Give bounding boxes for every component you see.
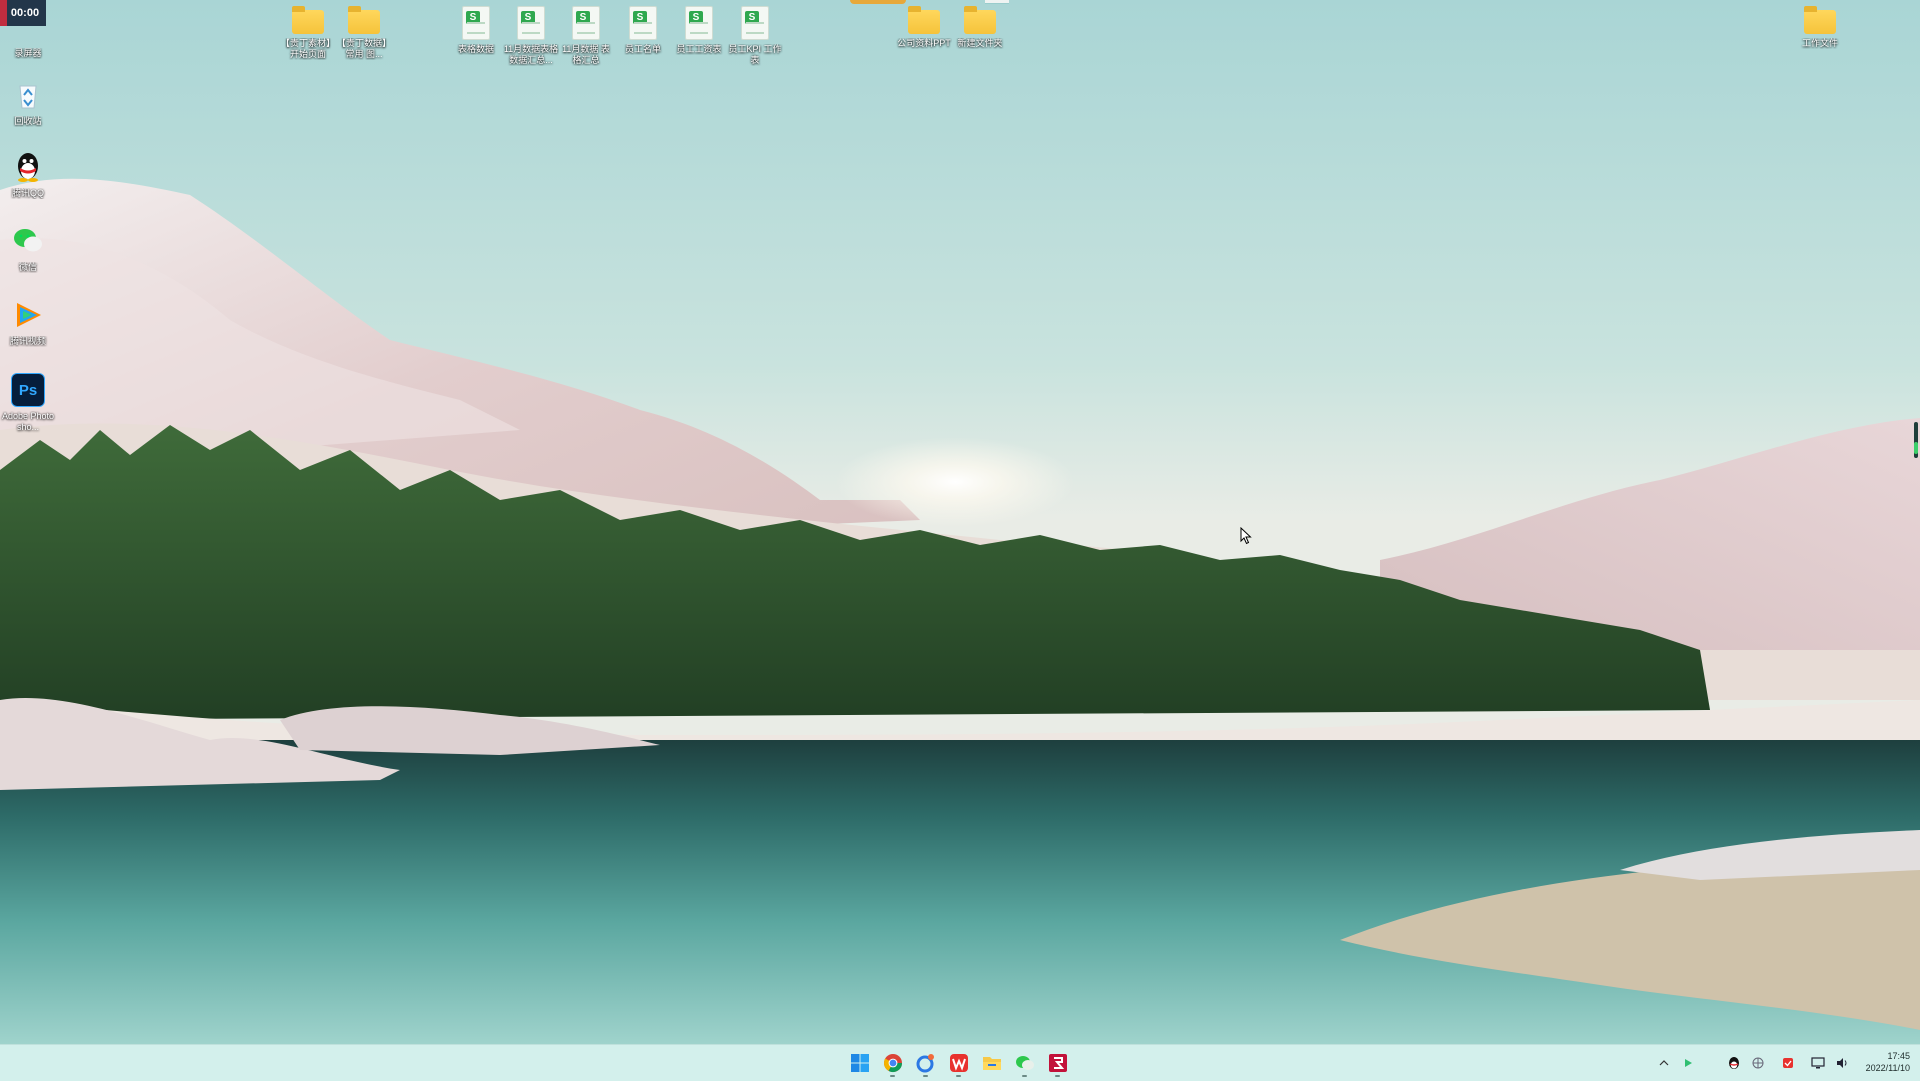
folder-icon (908, 6, 940, 34)
chevron-up-icon[interactable] (1656, 1055, 1672, 1071)
desktop-icon-label: 回收站 (14, 116, 42, 126)
sogou-browser-icon (916, 1054, 934, 1073)
desktop-folder-1[interactable]: 【贵丁素材】开始页面 (280, 4, 336, 60)
volume-icon[interactable] (1834, 1055, 1850, 1071)
spreadsheet-icon: S (741, 6, 769, 40)
recorder-button[interactable] (1044, 1048, 1071, 1078)
start-button[interactable] (846, 1048, 873, 1078)
desktop-icon-label: 表格数据 (457, 44, 494, 54)
chrome-icon (883, 1054, 902, 1073)
desktop-folder-2[interactable]: 【贵丁数据】常用 图... (336, 4, 392, 60)
desktop-folder-3[interactable]: 公司资料PPT (896, 4, 952, 49)
taskbar-app-list (846, 1045, 1071, 1081)
desktop-sheet-1[interactable]: S 表格数据 (448, 4, 504, 55)
spreadsheet-icon: S (629, 6, 657, 40)
desktop-folder-4[interactable]: 新建文件夹 (952, 4, 1008, 49)
folder-icon (292, 6, 324, 34)
desktop-icon-label: 11月数据 表格汇总 (562, 44, 610, 65)
desktop-icon-recycle-bin[interactable]: 回收站 (0, 78, 56, 127)
security-icon[interactable] (1780, 1055, 1796, 1071)
desktop-sheet-5[interactable]: S 员工工资表 (671, 4, 727, 55)
screen-recorder-icon (11, 24, 45, 44)
file-explorer-button[interactable] (978, 1048, 1005, 1078)
desktop-icon-label: Adobe Photosho... (1, 411, 55, 432)
qq-tray-icon[interactable] (1726, 1055, 1742, 1071)
desktop-icon-wechat[interactable]: 微信 (0, 224, 56, 273)
clock-date: 2022/11/10 (1865, 1063, 1910, 1073)
qq-icon (11, 150, 45, 184)
tencent-video-icon (11, 298, 45, 332)
desktop-icon-label: 工作文件 (1801, 38, 1838, 48)
spreadsheet-icon: S (462, 6, 490, 40)
wechat-icon (11, 224, 45, 258)
desktop-sheet-4[interactable]: S 员工名单 (615, 4, 671, 55)
wps-office-icon (949, 1054, 968, 1072)
browser-button[interactable] (912, 1048, 939, 1078)
recycle-bin-icon (11, 78, 45, 112)
desktop-sheet-2[interactable]: S 11月数据表格 数据汇总... (503, 4, 559, 66)
recording-timer[interactable]: 00:00 (0, 0, 46, 26)
folder-icon (348, 6, 380, 34)
desktop-icon-label: 员工工资表 (676, 44, 722, 54)
file-explorer-icon (982, 1057, 1001, 1070)
wps-button[interactable] (945, 1048, 972, 1078)
desktop-icon-label: 腾讯视频 (9, 336, 46, 346)
desktop-icon-label: 公司资料PPT (897, 38, 951, 48)
desktop-icon-label: 腾讯QQ (11, 188, 44, 198)
mouse-cursor-icon (1240, 527, 1252, 545)
desktop-icon-screen-recorder[interactable]: 录屏器 (0, 24, 56, 59)
desktop-icon-tencent-video[interactable]: 腾讯视频 (0, 298, 56, 347)
photoshop-icon-text: Ps (18, 381, 38, 399)
wechat-icon (1015, 1056, 1034, 1070)
photoshop-icon: Ps (11, 373, 45, 407)
wechat-button[interactable] (1011, 1048, 1038, 1078)
system-tray (1656, 1045, 1850, 1081)
spreadsheet-icon: S (517, 6, 545, 40)
spreadsheet-icon: S (572, 6, 600, 40)
desktop-icon-label: 微信 (18, 262, 37, 272)
clock-time: 17:45 (1887, 1051, 1910, 1061)
recorder-app-icon (1048, 1054, 1067, 1072)
windows-logo-icon (850, 1054, 869, 1072)
desktop-folder-work[interactable]: 工作文件 (1792, 4, 1848, 49)
desktop-icon-photoshop[interactable]: Ps Adobe Photosho... (0, 372, 56, 433)
edge-scroll-indicator[interactable] (1914, 422, 1918, 458)
folder-icon (964, 6, 996, 34)
desktop-icon-label: 新建文件夹 (957, 38, 1003, 48)
spreadsheet-icon: S (685, 6, 713, 40)
desktop-icon-qq[interactable]: 腾讯QQ (0, 150, 56, 199)
network-icon[interactable] (1810, 1055, 1826, 1071)
desktop-icon-label: 【贵丁素材】开始页面 (280, 38, 335, 59)
desktop-sheet-3[interactable]: S 11月数据 表格汇总 (558, 4, 614, 66)
desktop-wallpaper (0, 0, 1920, 1044)
folder-icon (1804, 6, 1836, 34)
taskbar: 17:45 2022/11/10 (0, 1044, 1920, 1081)
desktop-icon-label: 【贵丁数据】常用 图... (336, 38, 391, 59)
desktop-icon-label: 员工KPI 工作表 (728, 44, 782, 65)
desktop-icon-label: 11月数据表格 数据汇总... (503, 44, 559, 65)
desktop-icon-label: 录屏器 (14, 48, 42, 58)
desktop-icon-label: 员工名单 (624, 44, 661, 54)
input-method-icon[interactable] (1750, 1055, 1766, 1071)
desktop-sheet-6[interactable]: S 员工KPI 工作表 (727, 4, 783, 66)
taskbar-clock[interactable]: 17:45 2022/11/10 (1854, 1050, 1910, 1074)
chrome-button[interactable] (879, 1048, 906, 1078)
green-status-icon[interactable] (1680, 1055, 1696, 1071)
